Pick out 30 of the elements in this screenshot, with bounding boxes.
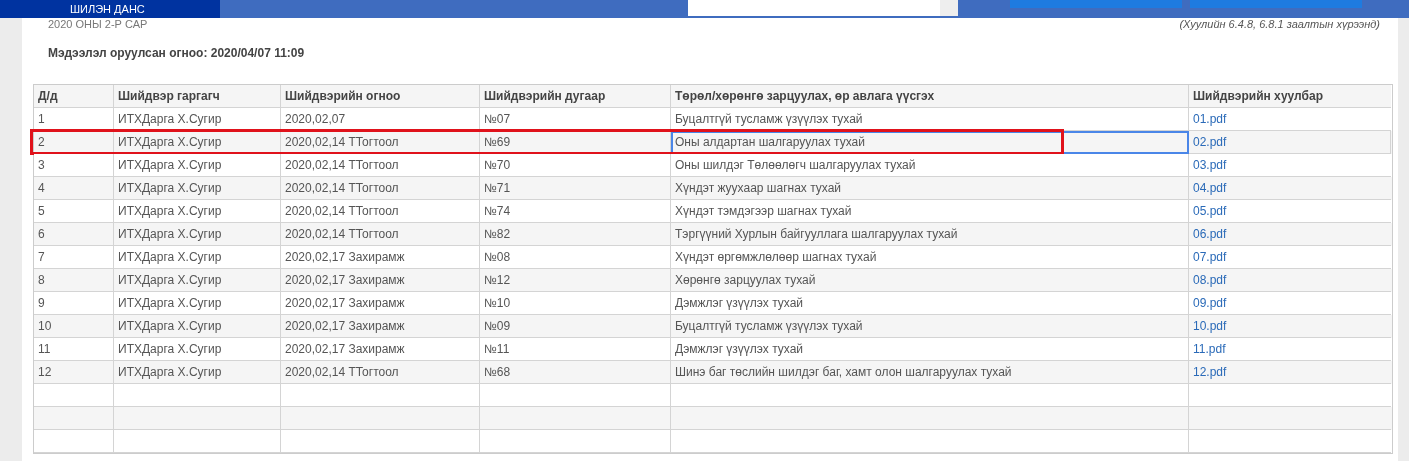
site-tab[interactable]: ШИЛЭН ДАНС bbox=[0, 0, 220, 18]
pdf-link[interactable]: 01.pdf bbox=[1193, 112, 1227, 126]
period-label: 2020 ОНЫ 2-Р САР bbox=[47, 18, 148, 30]
table-cell: ИТХДарга Х.Сугир bbox=[114, 108, 281, 131]
header-button[interactable] bbox=[1010, 0, 1182, 8]
pdf-link[interactable]: 10.pdf bbox=[1193, 319, 1227, 333]
column-header: Д/д bbox=[34, 85, 114, 108]
pdf-link[interactable]: 04.pdf bbox=[1193, 181, 1227, 195]
pdf-link[interactable]: 12.pdf bbox=[1193, 365, 1227, 379]
column-header: Шийдвэр гаргагч bbox=[114, 85, 281, 108]
pdf-link[interactable]: 06.pdf bbox=[1193, 227, 1227, 241]
entry-date: Мэдээлэл оруулсан огноо: 2020/04/07 11:09 bbox=[47, 45, 306, 62]
table-cell[interactable]: Буцалтгүй тусламж үзүүлэх тухай bbox=[671, 108, 1189, 131]
legal-note: (Хуулийн 6.4.8, 6.8.1 заалтын хүрээнд) bbox=[1179, 18, 1381, 30]
pdf-link[interactable]: 08.pdf bbox=[1193, 273, 1227, 287]
search-field[interactable] bbox=[688, 0, 958, 16]
table-cell: 2020,02,07 bbox=[281, 108, 480, 131]
pdf-link[interactable]: 03.pdf bbox=[1193, 158, 1227, 172]
column-header: Төрөл/хөрөнгө зарцуулах, өр авлага үүсгэх bbox=[671, 85, 1189, 108]
column-header: Шийдвэрийн хуулбар bbox=[1189, 85, 1391, 108]
column-header: Шийдвэрийн дугаар bbox=[480, 85, 671, 108]
header-button[interactable] bbox=[1190, 0, 1362, 8]
pdf-link[interactable]: 07.pdf bbox=[1193, 250, 1227, 264]
pdf-link[interactable]: 09.pdf bbox=[1193, 296, 1227, 310]
table-cell: №07 bbox=[480, 108, 671, 131]
pdf-link[interactable]: 05.pdf bbox=[1193, 204, 1227, 218]
table-cell: 1 bbox=[34, 108, 114, 131]
pdf-link[interactable]: 11.pdf bbox=[1193, 342, 1226, 356]
column-header: Шийдвэрийн огноо bbox=[281, 85, 480, 108]
pdf-link[interactable]: 02.pdf bbox=[1193, 135, 1227, 149]
